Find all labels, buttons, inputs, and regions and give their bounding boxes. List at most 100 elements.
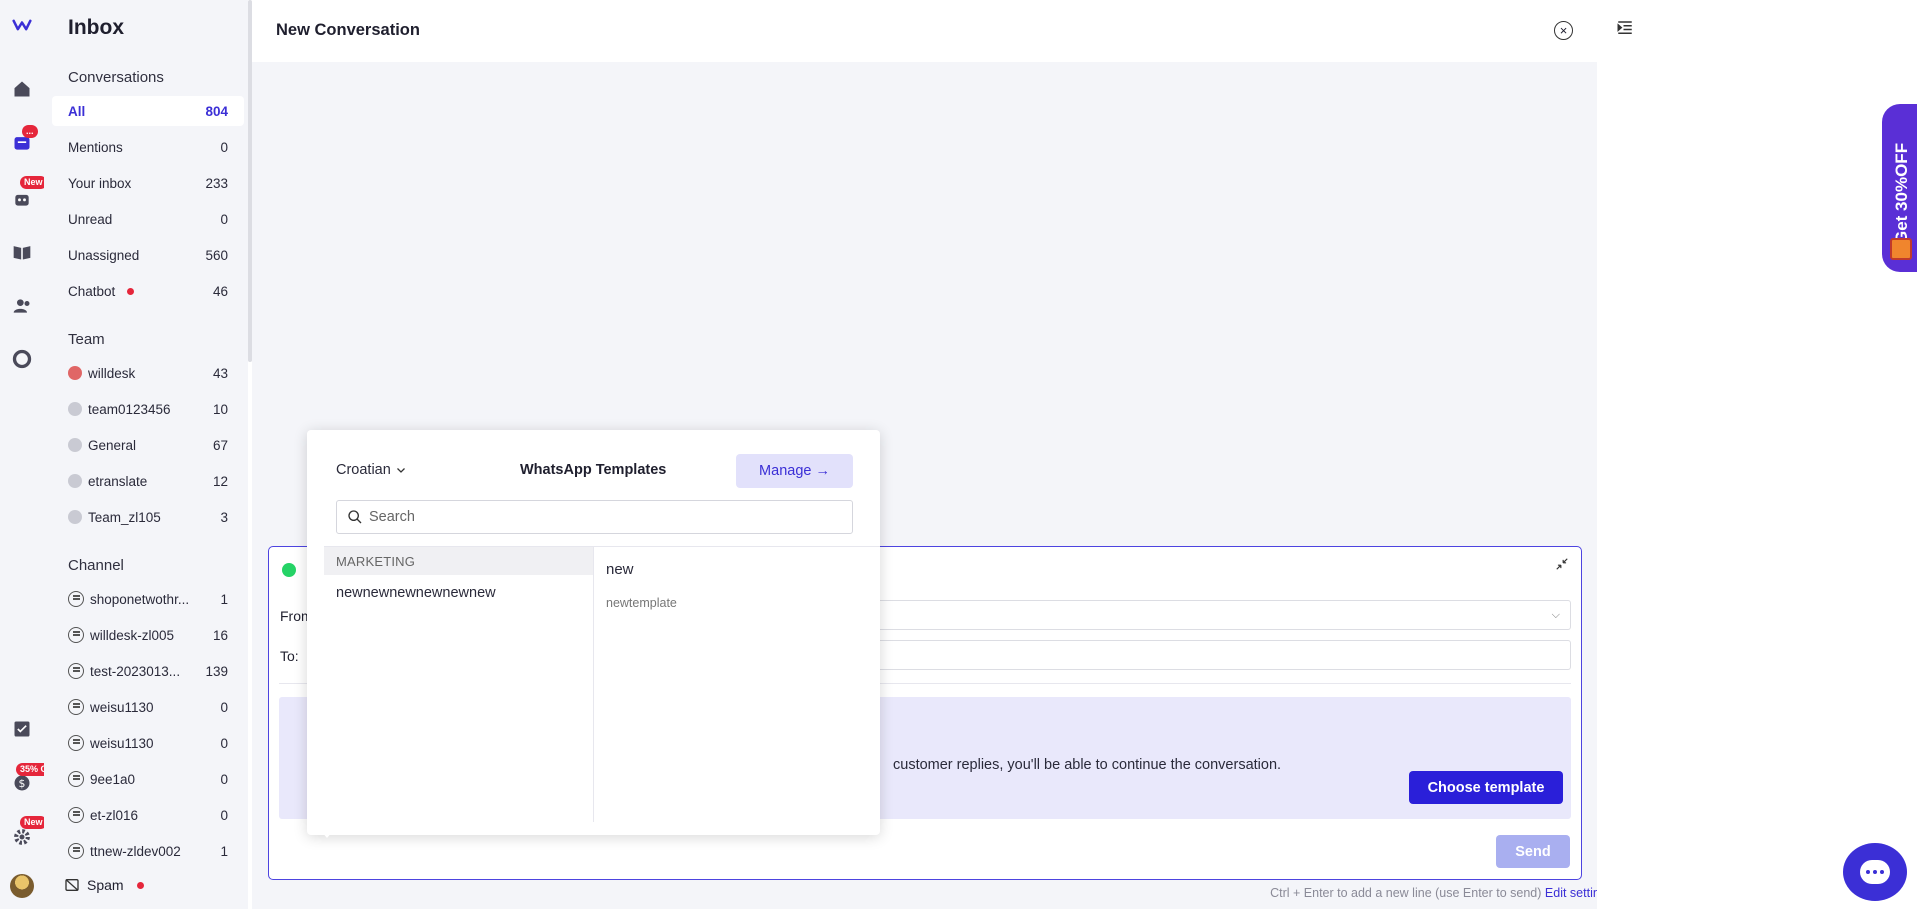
channel-item[interactable]: shoponetwothr... 1 (52, 584, 244, 614)
channel-label-wrap: willdesk-zl005 (68, 627, 213, 643)
team-item[interactable]: General 67 (52, 430, 244, 460)
main-header: New Conversation × (252, 0, 1597, 62)
indent-icon[interactable] (1616, 19, 1634, 40)
template-preview-id: newtemplate (606, 596, 677, 610)
search-icon (348, 510, 362, 524)
channel-icon (68, 627, 84, 643)
channel-item[interactable]: willdesk-zl005 16 (52, 620, 244, 650)
book-icon[interactable] (11, 241, 33, 263)
team-avatar (68, 402, 82, 416)
spam-dot (136, 881, 144, 889)
sidebar-item-count: 804 (205, 103, 228, 119)
sidebar-item-label: All (68, 103, 86, 119)
reports-icon[interactable] (11, 348, 33, 370)
team-count: 10 (212, 401, 228, 417)
popup-tail (320, 830, 334, 838)
channel-item[interactable]: et-zl016 0 (52, 800, 244, 830)
category-heading: MARKETING (324, 547, 593, 575)
team-label: etranslate (88, 473, 148, 489)
channel-item[interactable]: weisu1130 0 (52, 728, 244, 758)
conversations-heading: Conversations (68, 69, 164, 86)
promo-text: Get 30%OFF (1892, 142, 1911, 244)
bot-icon[interactable] (11, 188, 33, 210)
team-label-wrap: Team_zl105 (68, 510, 220, 525)
channel-icon (68, 807, 84, 823)
team-count: 67 (212, 437, 228, 453)
sidebar-item-label-wrap: Chatbot (68, 284, 213, 299)
channel-item[interactable]: test-2023013... 139 (52, 656, 244, 686)
team-label: General (88, 437, 137, 453)
channel-item[interactable]: ttnew-zldev002 1 (52, 836, 244, 866)
sidebar-item-spam[interactable]: Spam (44, 870, 248, 900)
sidebar-item-count: 0 (220, 211, 228, 227)
settings-icon[interactable] (11, 826, 33, 848)
sidebar-item-label: Chatbot (68, 283, 116, 299)
contacts-icon[interactable] (11, 295, 33, 317)
hint-text: Ctrl + Enter to add a new line (use Ente… (1270, 886, 1542, 900)
column-divider (593, 547, 594, 822)
channel-icon (68, 699, 84, 715)
promo-tab[interactable]: Get 30%OFF (1882, 104, 1917, 272)
sidebar-item-label: Unread (68, 211, 113, 227)
template-list-item[interactable]: newnewnewnewnewnew (336, 585, 496, 601)
sidebar-item-label: Unassigned (68, 247, 140, 263)
send-button[interactable]: Send (1496, 835, 1570, 868)
user-avatar[interactable] (10, 874, 34, 898)
spam-icon (65, 879, 79, 891)
team-label: team0123456 (88, 401, 171, 417)
channel-label: shoponetwothr... (90, 591, 190, 607)
team-item[interactable]: Team_zl105 3 (52, 502, 244, 532)
search-input[interactable] (369, 509, 852, 525)
logo-icon[interactable] (11, 14, 33, 36)
channel-icon (68, 663, 84, 679)
close-icon[interactable]: × (1554, 21, 1573, 40)
channel-count: 139 (205, 663, 228, 679)
collapse-icon[interactable] (1555, 557, 1569, 574)
team-avatar (68, 510, 82, 524)
arrow-right-icon: → (815, 463, 830, 479)
manage-button[interactable]: Manage → (736, 454, 853, 488)
to-label: To: (280, 648, 299, 664)
sidebar-item-all[interactable]: All 804 (52, 96, 244, 126)
channel-label-wrap: weisu1130 (68, 735, 220, 751)
team-label: Team_zl105 (88, 509, 161, 525)
channel-item[interactable]: 9ee1a0 0 (52, 764, 244, 794)
channel-label-wrap: et-zl016 (68, 807, 220, 823)
whatsapp-templates-popup: Croatian WhatsApp Templates Manage → MAR… (307, 430, 880, 838)
choose-template-button[interactable]: Choose template (1409, 771, 1563, 804)
sidebar-item-mentions[interactable]: Mentions 0 (52, 132, 244, 162)
sidebar-item-your-inbox[interactable]: Your inbox 233 (52, 168, 244, 198)
template-search[interactable] (336, 500, 853, 534)
sidebar-title: Inbox (68, 16, 124, 39)
team-label-wrap: team0123456 (68, 402, 213, 417)
channel-count: 0 (220, 771, 228, 787)
chevron-down-icon: ⌵ (1551, 609, 1560, 621)
svg-text:$: $ (19, 777, 26, 790)
home-icon[interactable] (11, 78, 33, 100)
team-count: 3 (220, 509, 228, 525)
chat-launcher-button[interactable] (1843, 843, 1907, 901)
channel-count: 1 (220, 843, 228, 859)
channel-label-wrap: shoponetwothr... (68, 591, 220, 607)
spam-label: Spam (87, 877, 124, 893)
channel-heading: Channel (68, 557, 124, 574)
team-label: willdesk (88, 365, 136, 381)
tasks-icon[interactable] (11, 718, 33, 740)
team-item[interactable]: willdesk 43 (52, 358, 244, 388)
details-panel (1597, 0, 1917, 909)
inbox-badge: ... (22, 125, 38, 138)
channel-label: 9ee1a0 (90, 771, 136, 787)
sidebar-item-unread[interactable]: Unread 0 (52, 204, 244, 234)
popup-title: WhatsApp Templates (520, 462, 667, 478)
sidebar-item-chatbot[interactable]: Chatbot 46 (52, 276, 244, 306)
team-item[interactable]: etranslate 12 (52, 466, 244, 496)
sidebar-item-unassigned[interactable]: Unassigned 560 (52, 240, 244, 270)
channel-item[interactable]: weisu1130 0 (52, 692, 244, 722)
team-avatar (68, 438, 82, 452)
whatsapp-icon (282, 563, 296, 577)
channel-label-wrap: ttnew-zldev002 (68, 843, 220, 859)
chevron-down-icon (396, 468, 405, 473)
language-select[interactable]: Croatian (336, 462, 407, 478)
team-item[interactable]: team0123456 10 (52, 394, 244, 424)
new-badge: New (20, 176, 47, 189)
